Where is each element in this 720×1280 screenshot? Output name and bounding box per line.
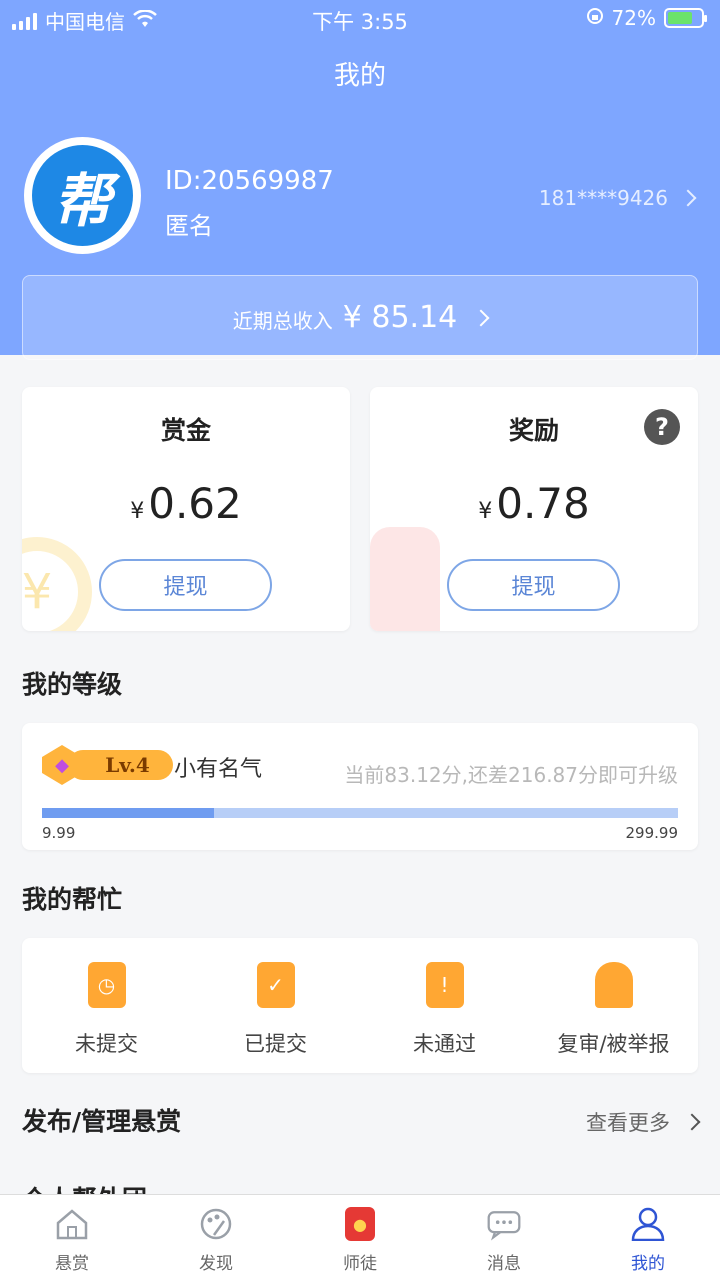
income-amount: ¥ 85.14 (342, 300, 458, 335)
help-section-title: 我的帮忙 (22, 885, 123, 914)
battery-icon (664, 8, 707, 28)
user-id: ID:20569987 (165, 166, 334, 196)
chevron-right-icon (472, 309, 490, 326)
level-progress-bar (42, 808, 678, 818)
view-more-link[interactable]: 查看更多 (586, 1107, 701, 1137)
avatar[interactable]: 帮 (24, 137, 141, 254)
chat-icon (486, 1207, 522, 1241)
reward-amount: ¥0.78 (478, 479, 590, 528)
help-item-submitted[interactable]: ✓ 已提交 (191, 938, 360, 1073)
bounty-title: 赏金 (160, 416, 211, 445)
tab-label: 我的 (631, 1254, 665, 1274)
help-item-label: 已提交 (244, 1032, 307, 1056)
help-item-rejected[interactable]: ! 未通过 (360, 938, 529, 1073)
user-icon (630, 1207, 666, 1241)
level-tip: 当前83.12分,还差216.87分即可升级 (344, 763, 678, 787)
avatar-logo: 帮 (32, 145, 133, 246)
status-bar: 中国电信 下午 3:55 72% (0, 0, 720, 36)
battery-percent: 72% (611, 6, 656, 30)
view-more-label: 查看更多 (586, 1111, 670, 1135)
publish-row[interactable]: 发布/管理悬赏 查看更多 (22, 1102, 701, 1142)
phone-link[interactable]: 181****9426 (538, 186, 697, 210)
tab-label: 师徒 (343, 1254, 377, 1274)
redpacket-icon: ● (345, 1207, 375, 1241)
level-badge-label: Lv.4 (68, 750, 173, 780)
home-icon (54, 1207, 90, 1241)
help-item-label: 未通过 (413, 1032, 476, 1056)
user-name: 匿名 (165, 212, 213, 240)
level-badge: Lv.4 ◆ (42, 745, 174, 785)
chevron-right-icon (679, 189, 697, 207)
tab-label: 消息 (487, 1254, 521, 1274)
level-card[interactable]: Lv.4 ◆ 小有名气 当前83.12分,还差216.87分即可升级 9.99 … (22, 723, 698, 850)
my-help-card: ◷ 未提交 ✓ 已提交 ! 未通过 复审/被举报 (22, 938, 698, 1073)
reward-withdraw-button[interactable]: 提现 (447, 559, 620, 611)
chevron-right-icon (683, 1113, 701, 1131)
bounty-card: ¥ 赏金 ¥0.62 提现 (22, 387, 350, 631)
next-section-title: 个人帮外团 (22, 1180, 147, 1194)
help-item-unsubmitted[interactable]: ◷ 未提交 (22, 938, 191, 1073)
red-packet-decoration-icon (370, 527, 440, 631)
tab-bounty[interactable]: 悬赏 (0, 1195, 144, 1280)
clock-doc-icon: ◷ (87, 962, 126, 1008)
help-icon[interactable]: ? (644, 409, 680, 445)
level-min: 9.99 (42, 824, 76, 842)
tab-messages[interactable]: 消息 (432, 1195, 576, 1280)
tab-discover[interactable]: 发现 (144, 1195, 288, 1280)
palette-icon (198, 1207, 234, 1241)
phone-number: 181****9426 (538, 186, 668, 210)
tab-bar: 悬赏 发现 ● 师徒 消息 我的 (0, 1194, 720, 1280)
page-title: 我的 (333, 61, 386, 91)
help-item-label: 未提交 (75, 1032, 138, 1056)
level-name: 小有名气 (174, 757, 263, 782)
help-item-review[interactable]: 复审/被举报 (529, 938, 698, 1073)
tab-mentor[interactable]: ● 师徒 (288, 1195, 432, 1280)
tab-mine[interactable]: 我的 (576, 1195, 720, 1280)
help-item-label: 复审/被举报 (557, 1032, 670, 1056)
income-summary[interactable]: 近期总收入 ¥ 85.14 (22, 275, 698, 360)
bounty-withdraw-button[interactable]: 提现 (99, 559, 272, 611)
income-label: 近期总收入 (232, 309, 333, 333)
tab-label: 发现 (199, 1254, 233, 1274)
coin-decoration-icon: ¥ (22, 537, 92, 631)
level-progress-fill (42, 808, 214, 818)
reward-card: 奖励 ? ¥0.78 提现 (370, 387, 698, 631)
bounty-amount: ¥0.62 (130, 479, 242, 528)
tab-label: 悬赏 (55, 1254, 89, 1274)
level-section-title: 我的等级 (22, 670, 123, 699)
warning-doc-icon: ! (425, 962, 464, 1008)
publish-title: 发布/管理悬赏 (22, 1107, 182, 1136)
check-doc-icon: ✓ (256, 962, 295, 1008)
alarm-icon (594, 962, 633, 1008)
rotation-lock-icon (586, 6, 604, 30)
level-max: 299.99 (625, 824, 679, 842)
